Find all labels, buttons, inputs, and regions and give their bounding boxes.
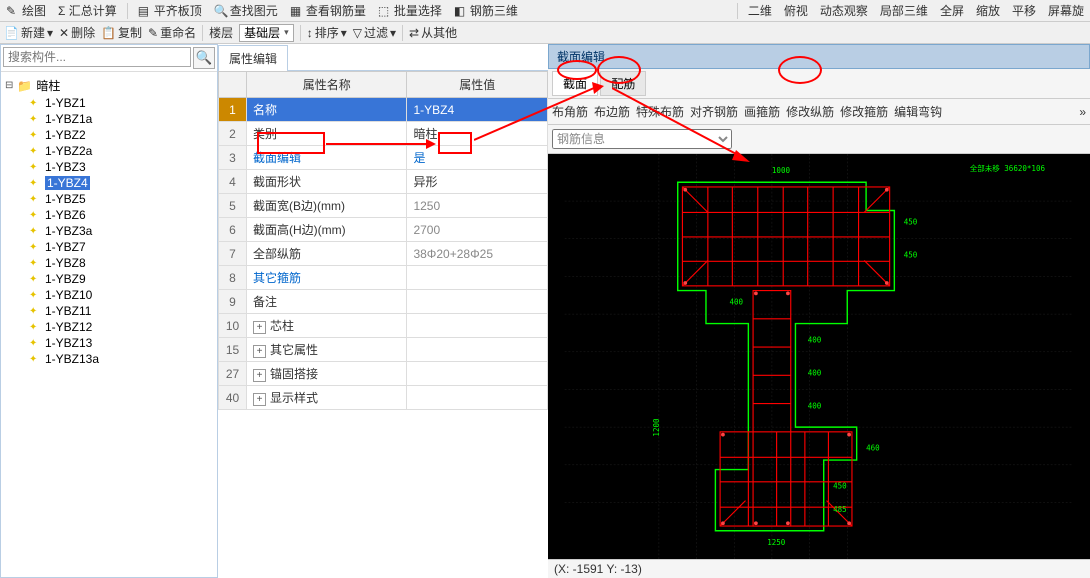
tool-zoom[interactable]: 缩放 [974,1,1002,20]
tool-rebar-3d[interactable]: ◧钢筋三维 [452,1,520,20]
svg-text:400: 400 [808,401,822,410]
tree-item[interactable]: ✦1-YBZ10 [29,287,213,303]
status-bar: (X: -1591 Y: -13) [548,559,1090,578]
property-pane: 属性编辑 属性名称 属性值 1名称1-YBZ42类别暗柱3截面编辑是4截面形状异… [218,44,548,578]
tool-topview[interactable]: 俯视 [782,1,810,20]
prop-row[interactable]: 8其它箍筋 [219,266,548,290]
tree-item[interactable]: ✦1-YBZ9 [29,271,213,287]
prop-row[interactable]: 7全部纵筋38Φ20+28Φ25 [219,242,548,266]
prop-row[interactable]: 1名称1-YBZ4 [219,98,548,122]
btn-new[interactable]: 📄新建 ▾ [4,24,53,41]
tool-draw[interactable]: ✎绘图 [4,1,48,20]
col-value: 属性值 [407,72,548,98]
tool-align-slab[interactable]: ▤平齐板顶 [136,1,204,20]
svg-text:450: 450 [904,251,918,260]
tree-item[interactable]: ✦1-YBZ3 [29,159,213,175]
tree-root[interactable]: 暗柱 [36,77,60,94]
tool-fullscreen[interactable]: 全屏 [938,1,966,20]
svg-text:450: 450 [833,481,847,490]
btn-delete[interactable]: ✕删除 [59,24,95,41]
tree-item[interactable]: ✦1-YBZ4 [29,175,213,191]
cmd-布边筋[interactable]: 布边筋 [594,103,630,120]
component-tree-pane: 🔍 📁暗柱 ✦1-YBZ1✦1-YBZ1a✦1-YBZ2✦1-YBZ2a✦1-Y… [0,44,218,578]
col-name: 属性名称 [247,72,407,98]
dropdown-floor[interactable]: 基础层 [239,24,294,42]
panel-title: 截面编辑 [548,44,1090,69]
tool-pan[interactable]: 平移 [1010,1,1038,20]
btn-copy[interactable]: 📋复制 [101,24,142,41]
tree-item[interactable]: ✦1-YBZ5 [29,191,213,207]
prop-row[interactable]: 9备注 [219,290,548,314]
tree-item[interactable]: ✦1-YBZ13 [29,335,213,351]
btn-from-other[interactable]: ⇄从其他 [409,24,457,41]
main-toolbar: ✎绘图 Σ 汇总计算 ▤平齐板顶 🔍查找图元 ▦查看钢筋量 ⬚批量选择 ◧钢筋三… [0,0,1090,22]
search-button[interactable]: 🔍 [193,47,215,69]
svg-text:400: 400 [730,298,744,307]
svg-text:全部未移 36620*106 8120*: 全部未移 36620*106 8120*100 [970,163,1090,173]
svg-text:460: 460 [866,444,880,453]
tree-item[interactable]: ✦1-YBZ2 [29,127,213,143]
btn-sort[interactable]: ↕排序 ▾ [307,24,347,41]
tool-screenrot[interactable]: 屏幕旋 [1046,1,1086,20]
svg-text:400: 400 [808,368,822,377]
tree-item[interactable]: ✦1-YBZ3a [29,223,213,239]
tree-item[interactable]: ✦1-YBZ2a [29,143,213,159]
cmd-more[interactable]: » [1079,105,1086,119]
tool-rebar-qty[interactable]: ▦查看钢筋量 [288,1,368,20]
secondary-toolbar: 📄新建 ▾ ✕删除 📋复制 ✎重命名 楼层 基础层 ↕排序 ▾ ▽过滤 ▾ ⇄从… [0,22,1090,44]
section-canvas[interactable]: 1000 450 450 400 400 400 460 450 485 125… [548,154,1090,559]
tree-item[interactable]: ✦1-YBZ1a [29,111,213,127]
cmd-编辑弯钩[interactable]: 编辑弯钩 [894,103,942,120]
section-editor-pane: 截面编辑 截面 配筋 布角筋布边筋特殊布筋对齐钢筋画箍筋修改纵筋修改箍筋编辑弯钩… [548,44,1090,578]
btn-filter[interactable]: ▽过滤 ▾ [353,24,396,41]
svg-text:400: 400 [808,335,822,344]
tab-rebar[interactable]: 配筋 [600,71,646,96]
tree-item[interactable]: ✦1-YBZ1 [29,95,213,111]
prop-row[interactable]: 40显示样式 [219,386,548,410]
cmd-对齐钢筋[interactable]: 对齐钢筋 [690,103,738,120]
tool-2d[interactable]: 二维 [746,1,774,20]
svg-text:485: 485 [833,505,847,514]
tool-local3d[interactable]: 局部三维 [878,1,930,20]
cmd-修改纵筋[interactable]: 修改纵筋 [786,103,834,120]
tree-item[interactable]: ✦1-YBZ13a [29,351,213,367]
prop-row[interactable]: 2类别暗柱 [219,122,548,146]
cmd-修改箍筋[interactable]: 修改箍筋 [840,103,888,120]
tool-sum[interactable]: Σ 汇总计算 [56,1,119,20]
tree-item[interactable]: ✦1-YBZ12 [29,319,213,335]
label-floor: 楼层 [209,24,233,41]
tree-item[interactable]: ✦1-YBZ6 [29,207,213,223]
cmd-布角筋[interactable]: 布角筋 [552,103,588,120]
prop-row[interactable]: 27锚固搭接 [219,362,548,386]
cmd-画箍筋[interactable]: 画箍筋 [744,103,780,120]
prop-row[interactable]: 10芯柱 [219,314,548,338]
rebar-info-dropdown[interactable]: 钢筋信息 [552,129,732,149]
tool-find[interactable]: 🔍查找图元 [212,1,280,20]
property-table[interactable]: 属性名称 属性值 1名称1-YBZ42类别暗柱3截面编辑是4截面形状异形5截面宽… [218,71,548,410]
tree-item[interactable]: ✦1-YBZ8 [29,255,213,271]
btn-rename[interactable]: ✎重命名 [148,24,196,41]
cmd-特殊布筋[interactable]: 特殊布筋 [636,103,684,120]
prop-row[interactable]: 4截面形状异形 [219,170,548,194]
tree-item[interactable]: ✦1-YBZ7 [29,239,213,255]
svg-text:1250: 1250 [767,538,786,547]
prop-row[interactable]: 5截面宽(B边)(mm)1250 [219,194,548,218]
tool-batch-select[interactable]: ⬚批量选择 [376,1,444,20]
tool-orbit[interactable]: 动态观察 [818,1,870,20]
search-input[interactable] [3,47,191,67]
component-tree[interactable]: 📁暗柱 ✦1-YBZ1✦1-YBZ1a✦1-YBZ2✦1-YBZ2a✦1-YBZ… [1,72,217,577]
prop-row[interactable]: 15其它属性 [219,338,548,362]
svg-text:1000: 1000 [772,166,791,175]
prop-row[interactable]: 3截面编辑是 [219,146,548,170]
tab-prop-edit[interactable]: 属性编辑 [218,45,288,71]
prop-row[interactable]: 6截面高(H边)(mm)2700 [219,218,548,242]
tree-item[interactable]: ✦1-YBZ11 [29,303,213,319]
tab-section[interactable]: 截面 [552,71,598,96]
svg-text:450: 450 [904,218,918,227]
svg-text:1200: 1200 [652,418,661,437]
